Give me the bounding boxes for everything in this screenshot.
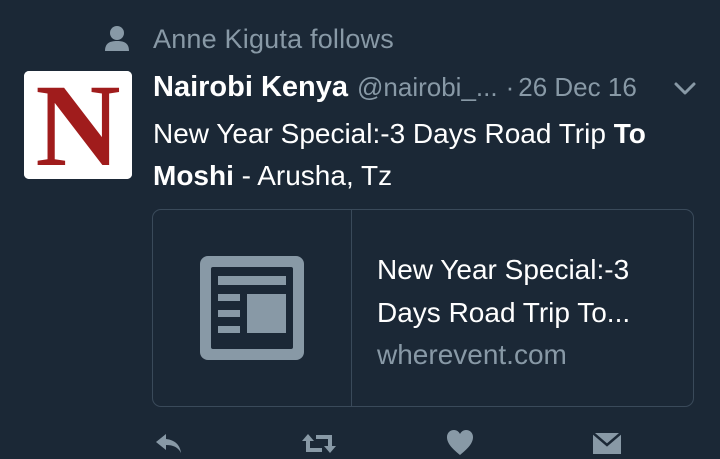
reply-button[interactable] bbox=[154, 428, 184, 459]
social-context-text: Anne Kiguta follows bbox=[153, 23, 394, 54]
like-button[interactable] bbox=[446, 428, 474, 459]
retweet-button[interactable] bbox=[300, 428, 338, 459]
retweet-icon bbox=[302, 434, 336, 453]
card-title: New Year Special:-3 Days Road Trip To... bbox=[377, 254, 631, 328]
chevron-down-icon[interactable] bbox=[672, 75, 698, 101]
display-name[interactable]: Nairobi Kenya bbox=[153, 71, 348, 104]
article-icon bbox=[200, 256, 304, 360]
avatar-letter: N bbox=[35, 71, 120, 179]
tweet-text: New Year Special:-3 Days Road Trip To Mos… bbox=[153, 113, 709, 197]
direct-message-icon bbox=[592, 432, 622, 454]
link-card[interactable]: New Year Special:-3 Days Road Trip To...… bbox=[152, 209, 694, 407]
tweet-header: Nairobi Kenya @nairobi_... · 26 Dec 16 bbox=[153, 68, 703, 106]
reply-icon bbox=[156, 434, 181, 453]
tweet-text-part2: - Arusha, Tz bbox=[233, 160, 393, 191]
handle[interactable]: @nairobi_... bbox=[357, 72, 498, 103]
tweet-text-bold2: Moshi bbox=[153, 160, 234, 191]
tweet-text-part1: New Year Special:-3 Days Road Trip bbox=[153, 118, 614, 149]
person-icon bbox=[105, 26, 129, 51]
tweet-actions bbox=[0, 428, 720, 459]
tweet-text-bold1: To bbox=[613, 118, 646, 149]
tweet-page: Anne Kiguta follows N Nairobi Kenya @nai… bbox=[0, 0, 720, 459]
separator: · bbox=[505, 71, 515, 102]
card-thumbnail bbox=[153, 210, 352, 406]
social-context[interactable]: Anne Kiguta follows bbox=[104, 22, 394, 56]
timestamp[interactable]: 26 Dec 16 bbox=[518, 72, 637, 103]
avatar-logo: N bbox=[24, 71, 132, 179]
avatar[interactable]: N bbox=[24, 71, 132, 179]
card-domain: wherevent.com bbox=[377, 339, 567, 370]
direct-message-button[interactable] bbox=[592, 428, 622, 459]
card-body: New Year Special:-3 Days Road Trip To...… bbox=[352, 210, 677, 406]
like-icon bbox=[447, 430, 473, 455]
